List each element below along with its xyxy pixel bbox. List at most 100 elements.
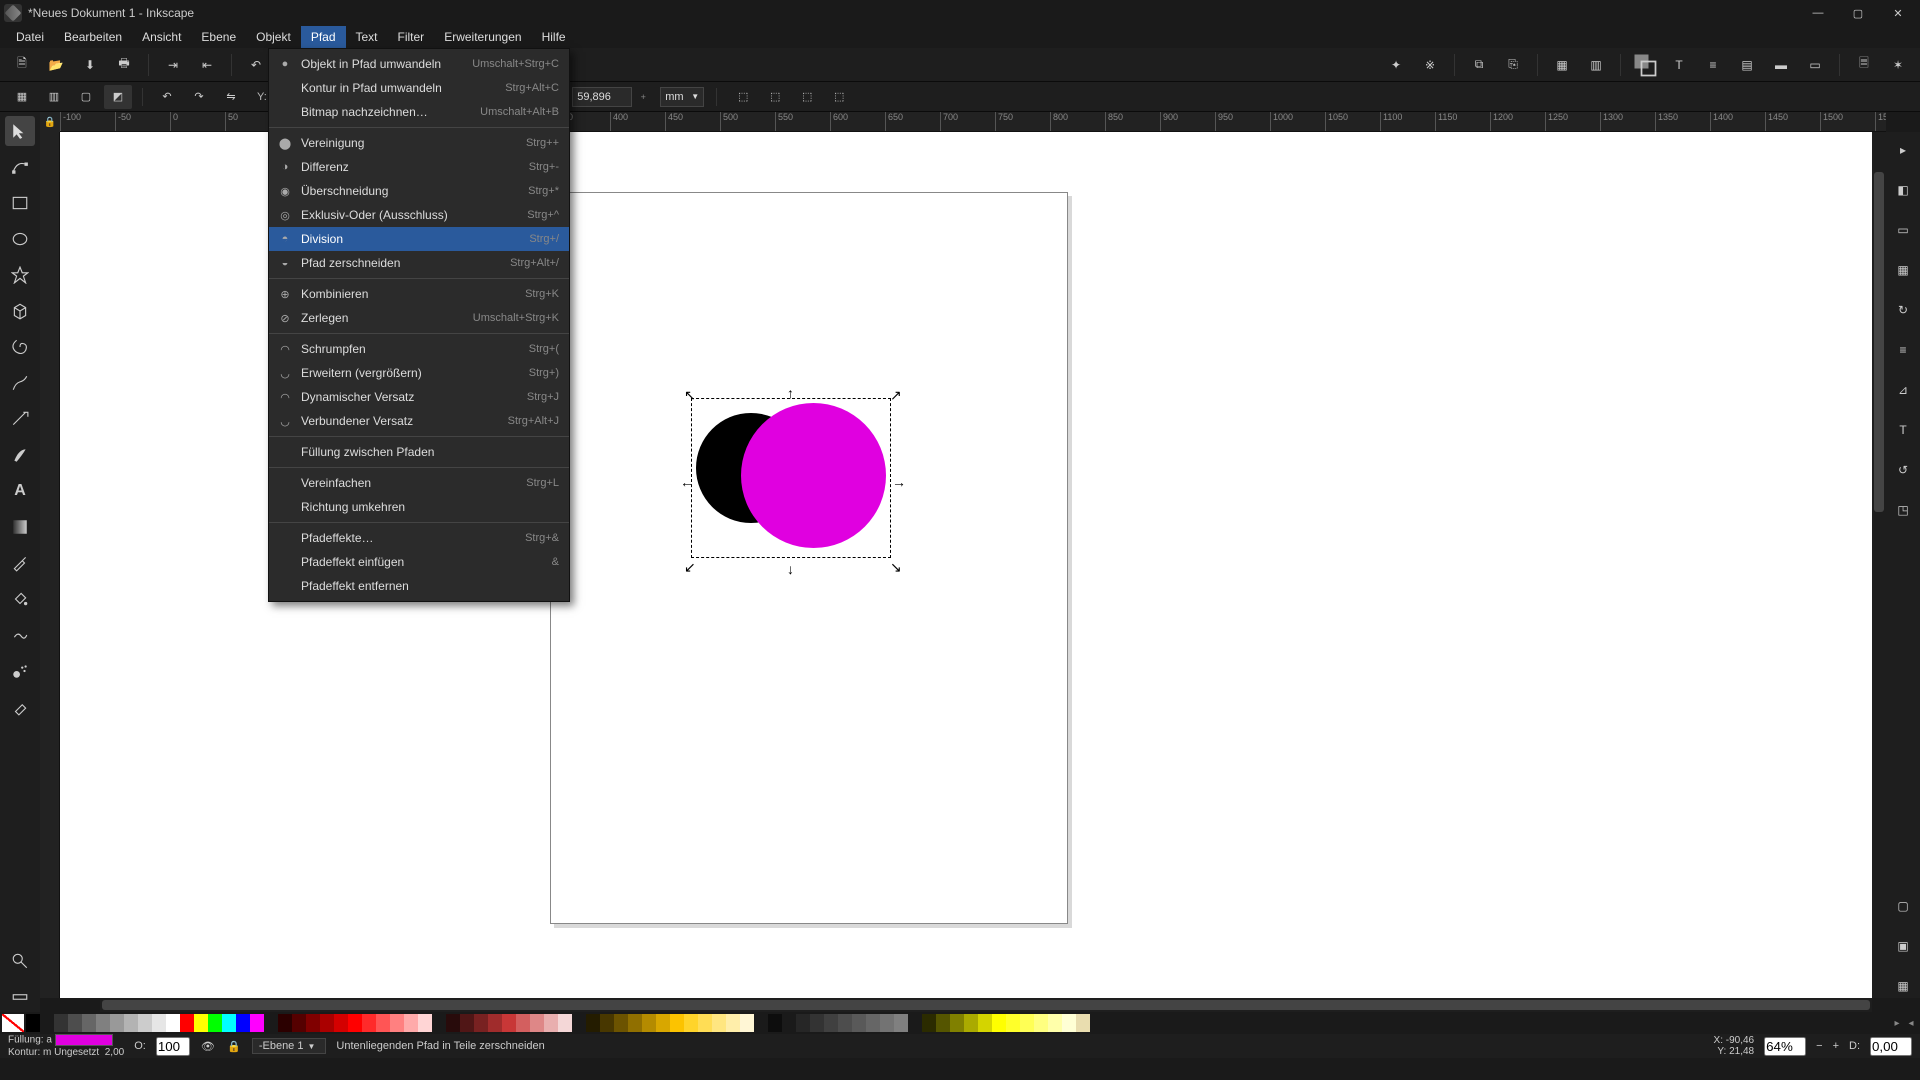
snap2-button[interactable]: ※ [1416,51,1444,79]
swatch[interactable] [68,1014,82,1032]
save-button[interactable]: ⬇ [76,51,104,79]
export-button[interactable]: ⇤ [193,51,221,79]
rotate-cw-icon[interactable]: ↷ [185,85,213,109]
swatch[interactable] [768,1014,782,1032]
swatch[interactable] [306,1014,320,1032]
swatch[interactable] [1048,1014,1062,1032]
ellipse-tool[interactable] [5,224,35,254]
swatch[interactable] [446,1014,460,1032]
swatch[interactable] [138,1014,152,1032]
palette-scroll-right[interactable]: ▸ [1890,1018,1904,1029]
menuitem-vereinfachen[interactable]: VereinfachenStrg+L [269,471,569,495]
menuitem-pfad-zerschneiden[interactable]: ◒Pfad zerschneidenStrg+Alt+/ [269,251,569,275]
lock-layer-icon[interactable]: 🔒 [226,1040,242,1053]
snap-button[interactable]: ✦ [1382,51,1410,79]
clone-button[interactable]: ⎘ [1499,51,1527,79]
swatch[interactable] [250,1014,264,1032]
dock-xml-icon[interactable]: ◳ [1891,498,1915,522]
swatch[interactable] [586,1014,600,1032]
swatch[interactable] [978,1014,992,1032]
swatch[interactable] [194,1014,208,1032]
swatch[interactable] [334,1014,348,1032]
swatch[interactable] [600,1014,614,1032]
spray-tool[interactable] [5,656,35,686]
ungroup-button[interactable]: ▥ [1582,51,1610,79]
rotate-ccw-icon[interactable]: ↶ [153,85,181,109]
menuitem-exklusiv-oder-ausschluss-[interactable]: ◎Exklusiv-Oder (Ausschluss)Strg+^ [269,203,569,227]
swatch[interactable] [712,1014,726,1032]
paintbucket-tool[interactable] [5,584,35,614]
swatch[interactable] [40,1014,54,1032]
swatch[interactable] [124,1014,138,1032]
menuitem-differenz[interactable]: ◑DifferenzStrg+- [269,155,569,179]
swatch[interactable] [278,1014,292,1032]
menu-objekt[interactable]: Objekt [246,26,301,48]
affect-3-icon[interactable]: ⬚ [793,85,821,109]
rotation-input[interactable] [1870,1037,1912,1056]
ruler-corner-icon[interactable] [40,112,60,132]
menuitem-kombinieren[interactable]: ⊕KombinierenStrg+K [269,282,569,306]
swatch[interactable] [1062,1014,1076,1032]
new-doc-button[interactable]: 🗎 [8,51,36,79]
swatch[interactable] [474,1014,488,1032]
node-tool[interactable] [5,152,35,182]
swatch[interactable] [1020,1014,1034,1032]
swatch[interactable] [390,1014,404,1032]
handle-e[interactable]: → [892,474,902,484]
dock-swatches-icon[interactable]: ▦ [1891,258,1915,282]
dock-arrow-icon[interactable]: ▸ [1891,138,1915,162]
maximize-button[interactable]: ▢ [1840,3,1876,23]
swatch[interactable] [180,1014,194,1032]
swatch[interactable] [348,1014,362,1032]
docprops-button[interactable]: 🗏 [1850,51,1878,79]
print-button[interactable]: 🖶 [110,51,138,79]
handle-s[interactable]: ↓ [787,561,797,571]
menuitem-f-llung-zwischen-pfaden[interactable]: Füllung zwischen Pfaden [269,440,569,464]
swatch[interactable] [166,1014,180,1032]
swatch[interactable] [684,1014,698,1032]
swatch[interactable] [320,1014,334,1032]
zoom-input[interactable] [1764,1037,1806,1056]
swatch[interactable] [656,1014,670,1032]
swatch[interactable] [558,1014,572,1032]
swatch[interactable] [880,1014,894,1032]
palette-menu-icon[interactable]: ◂ [1904,1018,1918,1029]
menuitem-verbundener-versatz[interactable]: ◡Verbundener VersatzStrg+Alt+J [269,409,569,433]
dock-objects-icon[interactable]: ◧ [1891,178,1915,202]
swatch[interactable] [726,1014,740,1032]
swatch[interactable] [152,1014,166,1032]
bezier-tool[interactable] [5,404,35,434]
swatch[interactable] [740,1014,754,1032]
menu-datei[interactable]: Datei [6,26,54,48]
zoom-dec[interactable]: − [1816,1040,1822,1052]
handle-se[interactable]: ↘ [890,559,900,569]
prefs-button[interactable]: ✶ [1884,51,1912,79]
unit-select[interactable]: mm▼ [660,87,704,107]
swatch[interactable] [82,1014,96,1032]
menuitem-objekt-in-pfad-umwandeln[interactable]: ●Objekt in Pfad umwandelnUmschalt+Strg+C [269,52,569,76]
swatch[interactable] [110,1014,124,1032]
visibility-icon[interactable]: 👁 [200,1040,216,1053]
swatch[interactable] [698,1014,712,1032]
swatch[interactable] [1006,1014,1020,1032]
text-tool[interactable]: A [5,476,35,506]
eraser-tool[interactable] [5,692,35,722]
affect-4-icon[interactable]: ⬚ [825,85,853,109]
menuitem-zerlegen[interactable]: ⊘ZerlegenUmschalt+Strg+K [269,306,569,330]
swatch[interactable] [782,1014,796,1032]
swatch[interactable] [614,1014,628,1032]
vertical-ruler[interactable] [40,132,60,998]
swatch[interactable] [670,1014,684,1032]
duplicate-button[interactable]: ⧉ [1465,51,1493,79]
swatch[interactable] [236,1014,250,1032]
dock-layers-icon[interactable]: ▭ [1891,218,1915,242]
swatch[interactable] [418,1014,432,1032]
menu-erweiterungen[interactable]: Erweiterungen [434,26,531,48]
spiral-tool[interactable] [5,332,35,362]
minimize-button[interactable]: — [1800,3,1836,23]
menuitem-vereinigung[interactable]: ⬤VereinigungStrg++ [269,131,569,155]
open-button[interactable]: 📂 [42,51,70,79]
dock-snap2-icon[interactable]: ▣ [1891,934,1915,958]
dock-snapgrid-icon[interactable]: ▦ [1891,974,1915,998]
handle-sw[interactable]: ↙ [684,559,694,569]
